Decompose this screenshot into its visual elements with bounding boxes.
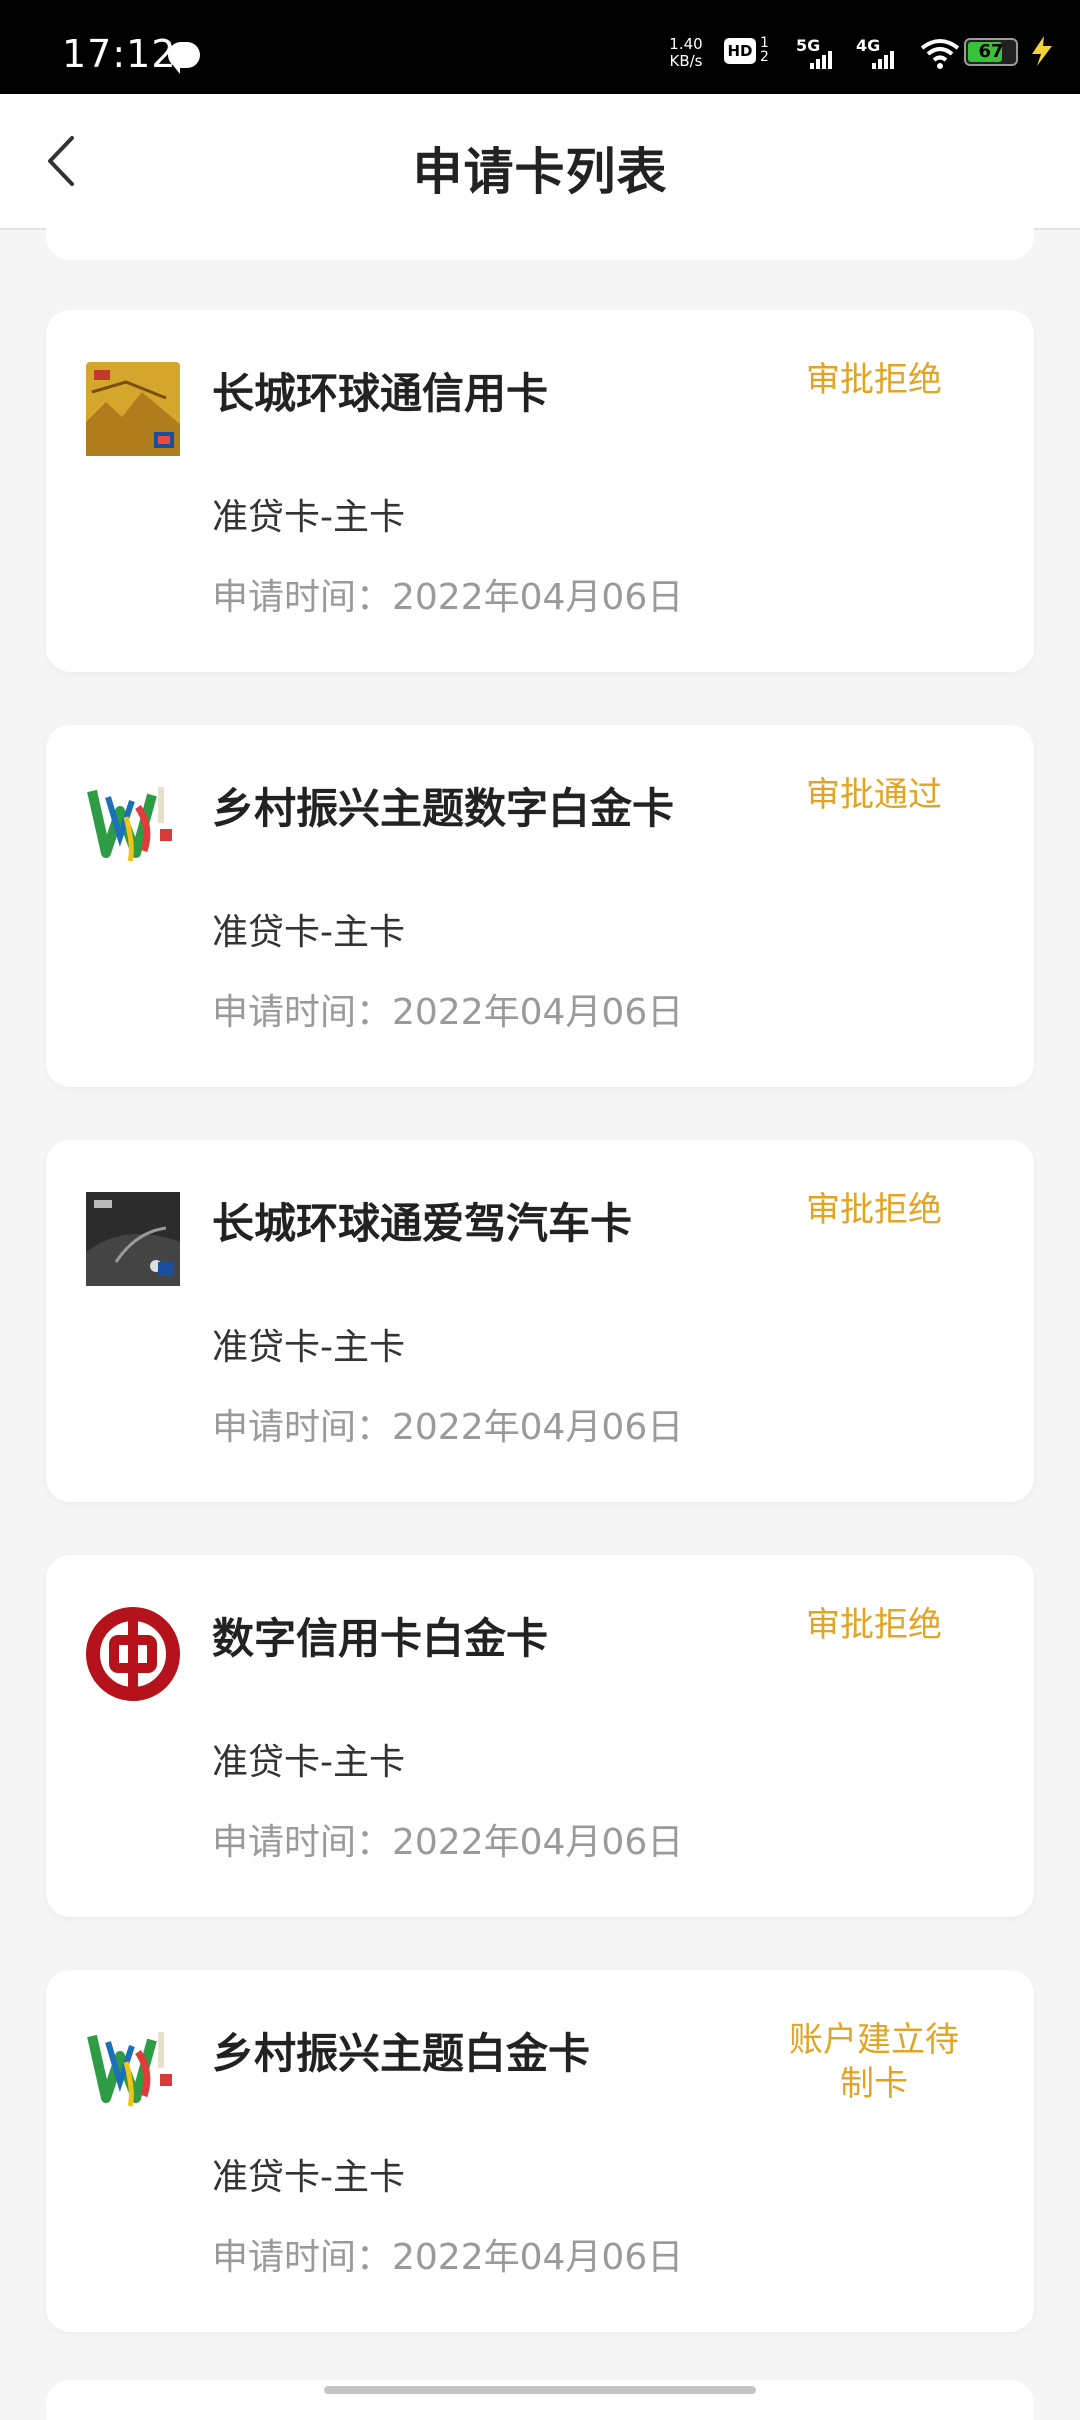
status-badge: 账户建立待制卡 bbox=[789, 2020, 959, 2104]
card-type: 准贷卡-主卡 bbox=[212, 497, 405, 538]
card-name: 数字信用卡白金卡 bbox=[212, 1614, 549, 1663]
apply-date: 申请时间：2022年04月06日 bbox=[212, 1822, 684, 1863]
card-name: 乡村振兴主题数字白金卡 bbox=[212, 784, 675, 833]
hd-sub-1: 1 bbox=[760, 35, 769, 51]
status-badge: 审批拒绝 bbox=[806, 1605, 942, 1645]
hd-sub-2: 2 bbox=[760, 49, 769, 65]
card-name: 乡村振兴主题白金卡 bbox=[212, 2029, 591, 2078]
message-icon bbox=[168, 42, 200, 74]
rural-revitalization-card-icon bbox=[86, 2022, 180, 2116]
card-item[interactable]: 乡村振兴主题数字白金卡 审批通过 准贷卡-主卡 申请时间：2022年04月06日 bbox=[46, 725, 1034, 1087]
card-type: 准贷卡-主卡 bbox=[212, 1742, 405, 1783]
card-type: 准贷卡-主卡 bbox=[212, 2157, 405, 2198]
great-wall-gold-card-icon bbox=[86, 362, 180, 456]
card-type: 准贷卡-主卡 bbox=[212, 912, 405, 953]
home-indicator[interactable] bbox=[324, 2386, 756, 2394]
status-bar: 17:12 1.40 KB/s HD 1 2 5G 4G 67 bbox=[0, 0, 1080, 94]
card-item[interactable]: 数字信用卡白金卡 审批拒绝 准贷卡-主卡 申请时间：2022年04月06日 bbox=[46, 1555, 1034, 1917]
card-item[interactable]: 长城环球通信用卡 审批拒绝 准贷卡-主卡 申请时间：2022年04月06日 bbox=[46, 310, 1034, 672]
charging-icon bbox=[1032, 36, 1052, 66]
card-item[interactable]: 乡村振兴主题白金卡 账户建立待制卡 准贷卡-主卡 申请时间：2022年04月06… bbox=[46, 1970, 1034, 2332]
network-speed: 1.40 KB/s bbox=[664, 36, 708, 70]
card-name: 长城环球通爱驾汽车卡 bbox=[212, 1199, 633, 1248]
signal-5g-icon bbox=[810, 50, 834, 69]
card-type: 准贷卡-主卡 bbox=[212, 1327, 405, 1368]
status-badge: 审批拒绝 bbox=[806, 360, 942, 400]
battery-level: 67 bbox=[978, 41, 1004, 62]
hd-sub: 1 2 bbox=[760, 36, 769, 64]
battery-icon: 67 bbox=[964, 38, 1018, 66]
card-name: 长城环球通信用卡 bbox=[212, 369, 549, 418]
apply-date: 申请时间：2022年04月06日 bbox=[212, 577, 684, 618]
signal-4g-icon bbox=[872, 50, 896, 69]
card-item[interactable]: 长城环球通爱驾汽车卡 审批拒绝 准贷卡-主卡 申请时间：2022年04月06日 bbox=[46, 1140, 1034, 1502]
apply-date: 申请时间：2022年04月06日 bbox=[212, 2237, 684, 2278]
apply-date: 申请时间：2022年04月06日 bbox=[212, 992, 684, 1033]
hd-icon: HD bbox=[724, 38, 756, 64]
card-partial-top bbox=[46, 200, 1034, 260]
bank-of-china-logo-icon bbox=[86, 1607, 180, 1701]
speed-value: 1.40 bbox=[669, 35, 703, 53]
wifi-icon bbox=[920, 39, 960, 69]
speed-unit: KB/s bbox=[669, 52, 703, 70]
page-title: 申请卡列表 bbox=[412, 143, 668, 201]
status-badge: 审批通过 bbox=[806, 775, 942, 815]
status-time: 17:12 bbox=[62, 32, 177, 76]
rural-revitalization-card-icon bbox=[86, 777, 180, 871]
car-card-icon bbox=[86, 1192, 180, 1286]
status-badge: 审批拒绝 bbox=[806, 1190, 942, 1230]
apply-date: 申请时间：2022年04月06日 bbox=[212, 1407, 684, 1448]
